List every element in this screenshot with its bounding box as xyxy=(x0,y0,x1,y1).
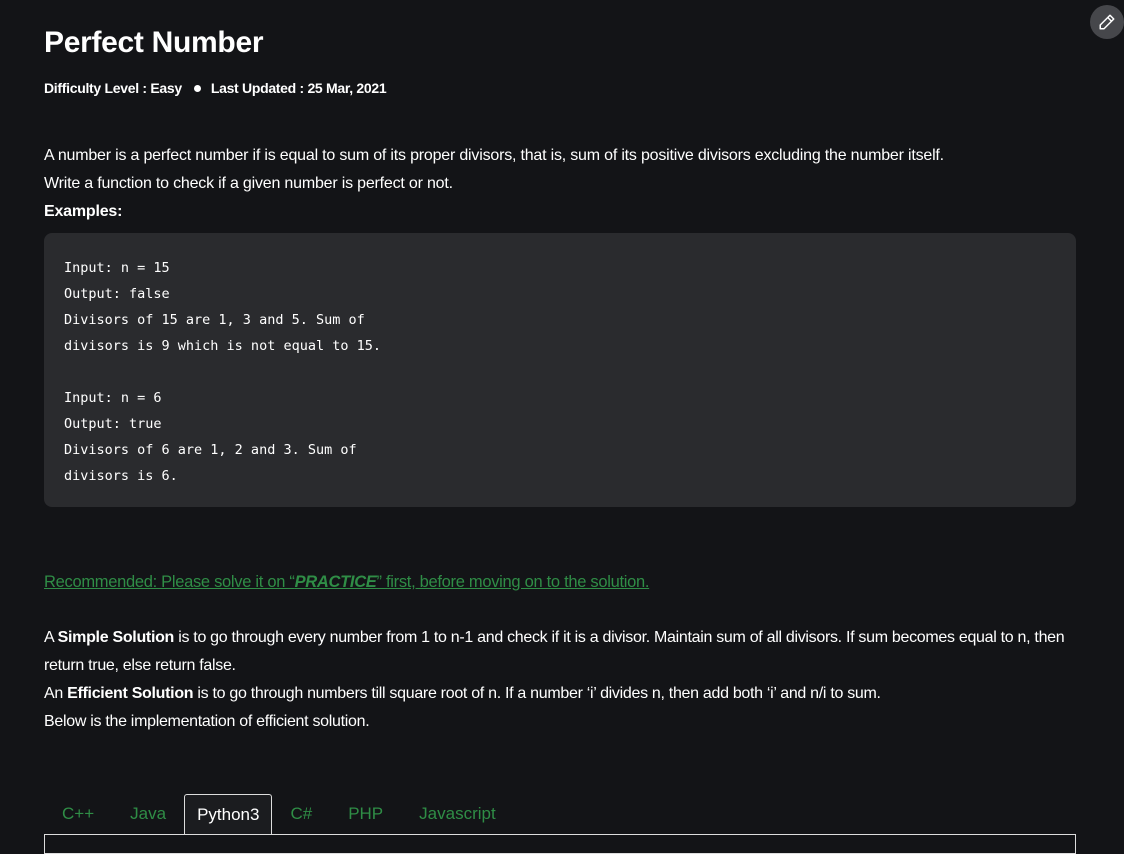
solution-text: A Simple Solution is to go through every… xyxy=(44,624,1076,736)
code-panel xyxy=(44,834,1076,854)
page-title: Perfect Number xyxy=(44,26,264,59)
recommended-link[interactable]: Recommended: Please solve it on “PRACTIC… xyxy=(44,573,649,592)
tab-csharp[interactable]: C# xyxy=(272,794,330,834)
simple-solution-paragraph: A Simple Solution is to go through every… xyxy=(44,624,1076,680)
examples-code-block: Input: n = 15 Output: false Divisors of … xyxy=(44,233,1076,507)
text: An xyxy=(44,685,68,702)
pencil-icon xyxy=(1099,14,1115,30)
recommended-text-end: ” first, before moving on to the solutio… xyxy=(376,573,650,591)
tab-cpp[interactable]: C++ xyxy=(44,794,112,834)
implementation-note: Below is the implementation of efficient… xyxy=(44,713,370,730)
text: is to go through numbers till square roo… xyxy=(193,685,881,702)
examples-heading: Examples: xyxy=(44,203,123,220)
recommended-text: Recommended: Please solve it on “ xyxy=(44,573,295,591)
efficient-solution-paragraph: An Efficient Solution is to go through n… xyxy=(44,680,1076,708)
examples-code: Input: n = 15 Output: false Divisors of … xyxy=(64,260,381,484)
last-updated: Last Updated : 25 Mar, 2021 xyxy=(210,80,387,96)
intro-line-1: A number is a perfect number if is equal… xyxy=(44,147,944,164)
language-tabs: C++ Java Python3 C# PHP Javascript xyxy=(44,794,514,834)
intro: A number is a perfect number if is equal… xyxy=(44,142,944,226)
edit-button[interactable] xyxy=(1090,5,1124,39)
tab-javascript[interactable]: Javascript xyxy=(401,794,514,834)
efficient-solution-label: Efficient Solution xyxy=(67,685,194,702)
text: A xyxy=(44,629,58,646)
separator-dot xyxy=(193,85,201,93)
intro-line-2: Write a function to check if a given num… xyxy=(44,175,453,192)
tab-python3[interactable]: Python3 xyxy=(184,794,273,834)
practice-link[interactable]: PRACTICE xyxy=(295,573,377,591)
text: is to go through every number from 1 to … xyxy=(44,629,1065,674)
tab-php[interactable]: PHP xyxy=(330,794,401,834)
article-meta: Difficulty Level : Easy Last Updated : 25… xyxy=(44,80,387,96)
difficulty-level: Difficulty Level : Easy xyxy=(44,80,182,96)
simple-solution-label: Simple Solution xyxy=(57,629,175,646)
tab-java[interactable]: Java xyxy=(112,794,184,834)
